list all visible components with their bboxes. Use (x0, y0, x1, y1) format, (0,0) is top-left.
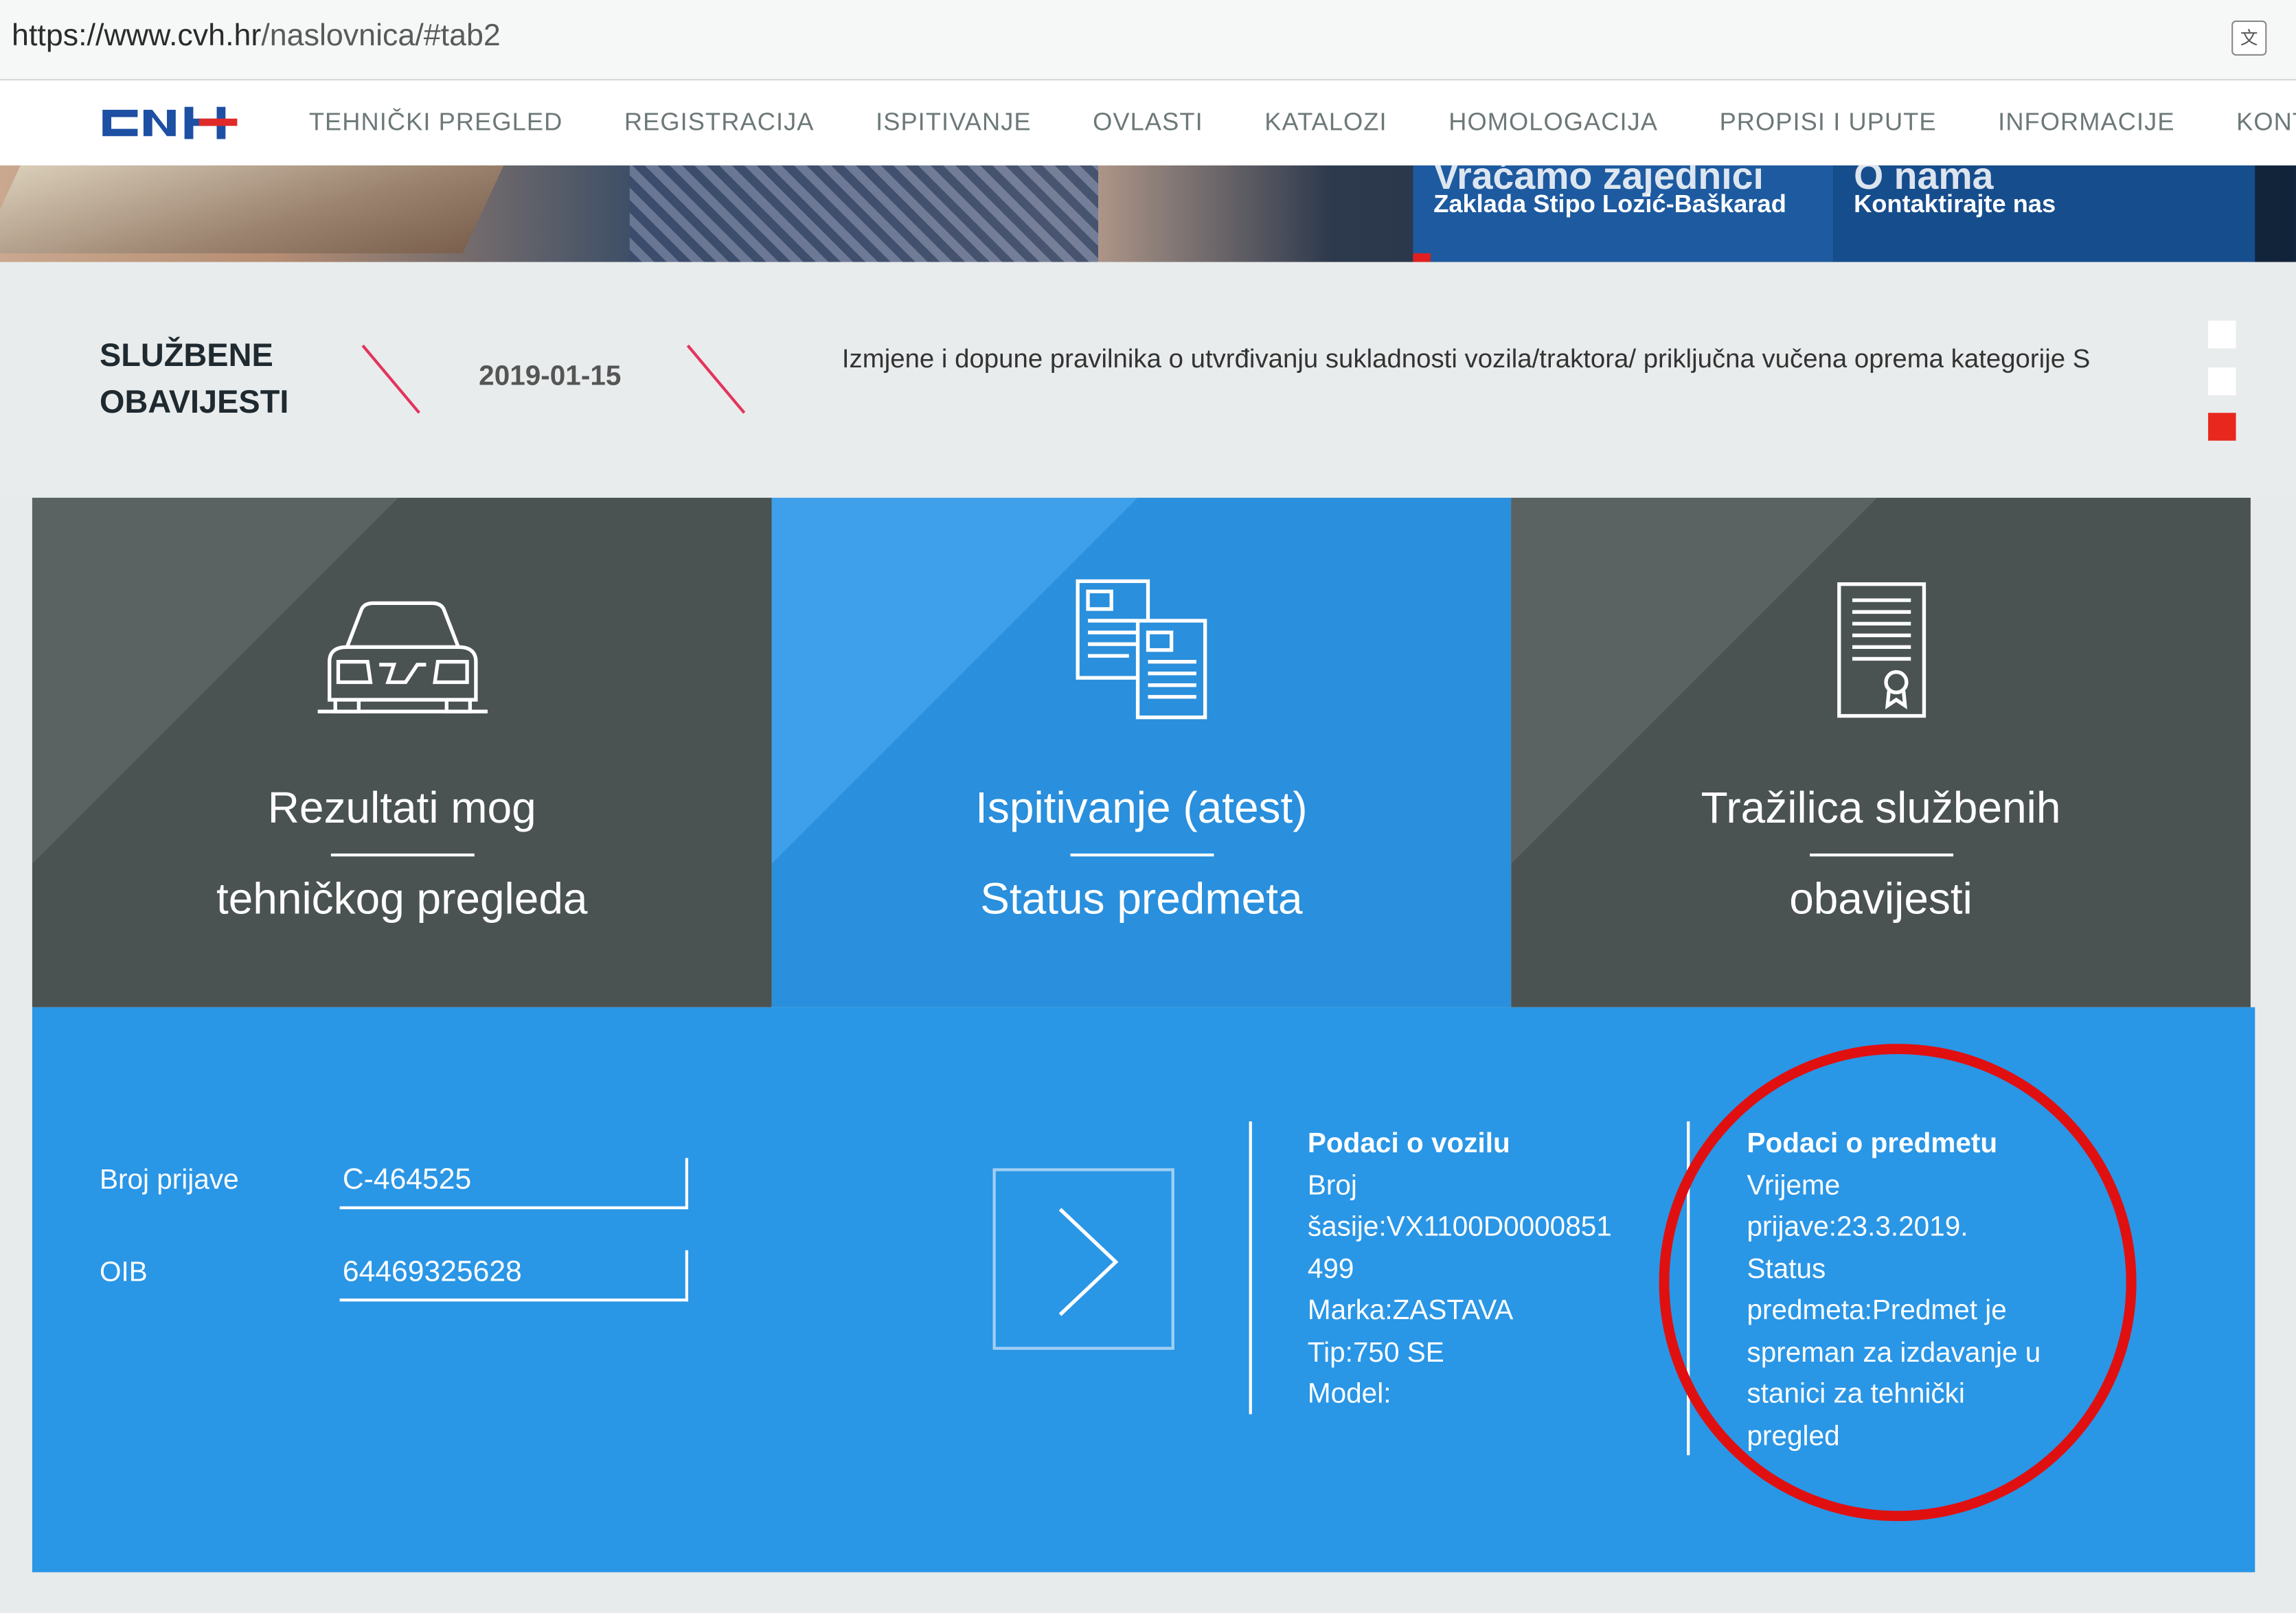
chevron-right-icon (1058, 1208, 1119, 1316)
tile-subtitle: tehničkog pregleda (216, 875, 588, 924)
main-nav: TEHNIČKI PREGLED REGISTRACIJA ISPITIVANJ… (0, 80, 2296, 165)
car-icon (317, 601, 487, 713)
nav-item-ovlasti[interactable]: OVLASTI (1093, 108, 1203, 138)
tile-subtitle: Status predmeta (980, 875, 1303, 924)
url-host: https://www.cvh.hr (12, 19, 262, 53)
oib-field (339, 1250, 689, 1302)
notice-date: 2019-01-15 (479, 361, 622, 393)
broj-prijave-label: Broj prijave (99, 1165, 239, 1196)
vehicle-info-line: šasije:VX1100D0000851 (1307, 1212, 1612, 1244)
tile-underline (1069, 853, 1214, 857)
nav-item-homologacija[interactable]: HOMOLOGACIJA (1448, 108, 1658, 138)
oib-label: OIB (99, 1257, 148, 1289)
vehicle-info-heading: Podaci o vozilu (1307, 1128, 1510, 1160)
cvh-logo[interactable] (100, 101, 240, 145)
nav-item-katalozi[interactable]: KATALOZI (1264, 108, 1387, 138)
notices-title: SLUŽBENE OBAVIJESTI (100, 332, 288, 426)
divider-line (1249, 1121, 1252, 1415)
broj-prijave-input[interactable] (342, 1158, 672, 1202)
hero-card-subtitle: Zaklada Stipo Lozić-Baškarad (1433, 190, 1786, 218)
vehicle-info-line: Tip:750 SE (1307, 1337, 1444, 1369)
nav-item-kontakt[interactable]: KONTAKT (2236, 108, 2296, 138)
official-notices: SLUŽBENE OBAVIJESTI 2019-01-15 Izmjene i… (0, 262, 2296, 498)
notices-title-line2: OBAVIJESTI (99, 383, 289, 420)
tile-title: Tražilica službenih (1701, 784, 2061, 834)
submit-button[interactable] (992, 1168, 1174, 1350)
translate-icon[interactable]: 文 (2231, 20, 2267, 56)
carousel-dot-1[interactable] (2208, 320, 2236, 349)
vehicle-info: Podaci o vozilu Broj šasije:VX1100D00008… (1308, 1124, 1612, 1416)
hero-banner: Vraćamo zajednici Zaklada Stipo Lozić-Ba… (0, 165, 2296, 262)
nav-item-informacije[interactable]: INFORMACIJE (1998, 108, 2174, 138)
notices-title-line1: SLUŽBENE (99, 336, 273, 374)
red-highlight-circle (1659, 1044, 2137, 1522)
carousel-dot-3-active[interactable] (2208, 413, 2236, 441)
page-bottom (0, 1572, 2296, 1613)
tile-title: Ispitivanje (atest) (975, 784, 1308, 834)
nav-item-ispitivanje[interactable]: ISPITIVANJE (876, 108, 1032, 138)
hero-card-o-nama[interactable]: O nama Kontaktirajte nas (1833, 165, 2255, 262)
documents-icon (1075, 579, 1207, 720)
oib-input[interactable] (342, 1250, 672, 1294)
certificate-icon (1837, 582, 1926, 718)
nav-menu: TEHNIČKI PREGLED REGISTRACIJA ISPITIVANJ… (278, 80, 2296, 165)
nav-item-tehnicki-pregled[interactable]: TEHNIČKI PREGLED (309, 108, 563, 138)
tile-subtitle: obavijesti (1789, 875, 1973, 924)
vehicle-info-line: Model: (1307, 1379, 1391, 1410)
vehicle-info-line: Broj (1307, 1170, 1357, 1202)
divider-slash (361, 344, 420, 414)
broj-prijave-field (339, 1158, 689, 1210)
notice-link[interactable]: Izmjene i dopune pravilnika o utvrđivanj… (842, 335, 2130, 383)
tile-title: Rezultati mog (267, 784, 536, 834)
tab-trazilica-obavijesti[interactable]: Tražilica službenih obavijesti (1511, 497, 2251, 1007)
hero-image-book (0, 165, 504, 253)
nav-item-propisi-i-upute[interactable]: PROPISI I UPUTE (1720, 108, 1937, 138)
carousel-dot-2[interactable] (2208, 367, 2236, 396)
hero-card-zaklada[interactable]: Vraćamo zajednici Zaklada Stipo Lozić-Ba… (1413, 165, 1834, 262)
nav-item-registracija[interactable]: REGISTRACIJA (624, 108, 815, 138)
hero-image-sleeve (629, 165, 1098, 262)
tile-underline (1809, 853, 1953, 857)
vehicle-info-line: Marka:ZASTAVA (1307, 1295, 1514, 1327)
address-bar[interactable]: https://www.cvh.hr/naslovnica/#tab2 文 (0, 0, 2296, 81)
url-path: /naslovnica/#tab2 (261, 19, 501, 53)
hero-card-subtitle: Kontaktirajte nas (1854, 190, 2056, 218)
tab-ispitivanje-atest[interactable]: Ispitivanje (atest) Status predmeta (771, 497, 1512, 1007)
tile-underline (330, 853, 474, 857)
vehicle-info-line: 499 (1307, 1254, 1354, 1285)
url-text[interactable]: https://www.cvh.hr/naslovnica/#tab2 (12, 19, 501, 54)
tab-rezultati-tehnickog-pregleda[interactable]: Rezultati mog tehničkog pregleda (32, 497, 772, 1007)
hero-active-marker (1413, 253, 1431, 262)
divider-slash (686, 344, 746, 414)
